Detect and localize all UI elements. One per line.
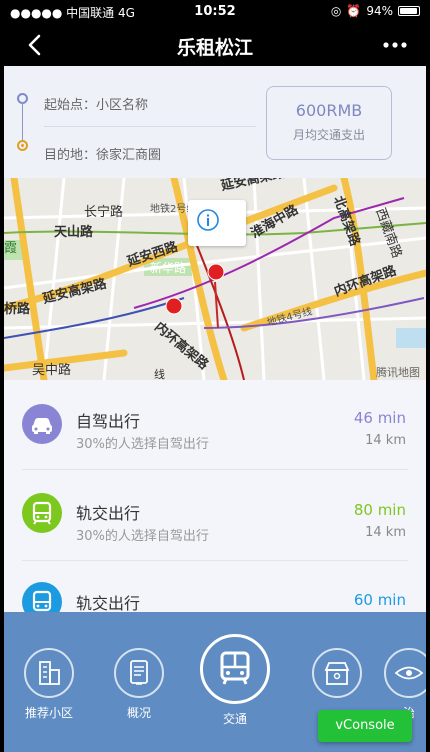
list-divider xyxy=(22,469,408,470)
transport-option-list: 自驾出行 30%的人选择自驾出行 46 min 14 km 轨交出行 30%的人… xyxy=(4,380,426,612)
transport-option-driving[interactable]: 自驾出行 30%的人选择自驾出行 46 min 14 km xyxy=(4,380,426,470)
tab-label: 概况 xyxy=(126,706,151,720)
tab-label: 交通 xyxy=(222,712,247,726)
monthly-cost-amount: 600RMB xyxy=(295,101,363,120)
map-label: 线 xyxy=(154,367,165,380)
route-divider xyxy=(44,126,256,127)
eye-icon xyxy=(384,648,426,698)
list-divider xyxy=(22,560,408,561)
map-label: 长宁路 xyxy=(84,204,123,220)
shop-icon xyxy=(312,648,362,698)
navigation-bar: 乐租松江 xyxy=(4,24,426,66)
info-icon[interactable] xyxy=(196,208,220,232)
option-duration: 46 min xyxy=(353,409,406,427)
start-point-text[interactable]: 起始点：小区名称 xyxy=(44,94,148,113)
map-watermark: 腾讯地图 xyxy=(376,365,420,379)
map-label: 天山路 xyxy=(54,224,94,240)
tab-shopping[interactable] xyxy=(302,648,372,704)
option-name: 自驾出行 xyxy=(76,412,141,431)
option-name: 轨交出行 xyxy=(76,594,141,612)
status-right: ◎ ⏰ 94% xyxy=(331,4,420,18)
building-icon xyxy=(24,648,74,698)
bus-icon xyxy=(22,582,62,612)
document-icon xyxy=(114,648,164,698)
destination-text[interactable]: 目的地：徐家汇商圈 xyxy=(44,144,161,163)
vconsole-button[interactable]: vConsole xyxy=(318,710,412,742)
map-label: 吴中路 xyxy=(32,362,71,378)
map-label: 霞 xyxy=(4,241,17,256)
option-name: 轨交出行 xyxy=(76,504,141,523)
monthly-cost-label: 月均交通支出 xyxy=(292,128,365,142)
tab-recommended[interactable]: 推荐小区 xyxy=(14,648,84,721)
alarm-icon: ⏰ xyxy=(346,4,362,18)
status-bar: ●●●●● 中国联通 4G 10:52 ◎ ⏰ 94% xyxy=(4,0,426,24)
option-duration: 80 min xyxy=(353,501,406,519)
lock-rotation-icon: ◎ xyxy=(330,4,342,18)
transport-option-metro-2[interactable]: 轨交出行 60 min xyxy=(4,562,426,612)
map-view[interactable]: 延安高架路 长宁路 天山路 延安西路 新华路 内环高架路 淮海中路 北高架路 西… xyxy=(4,178,426,380)
map-label: 新华路 xyxy=(150,260,186,275)
destination-point-icon xyxy=(17,140,28,151)
tab-overview[interactable]: 概况 xyxy=(104,648,174,721)
bottom-tab-bar: 推荐小区 概况 交通 vConsole xyxy=(4,612,426,752)
battery-icon xyxy=(398,6,420,16)
route-line xyxy=(22,102,23,142)
tab-label: 推荐小区 xyxy=(24,706,73,720)
transport-option-metro[interactable]: 轨交出行 30%的人选择自驾出行 80 min 14 km xyxy=(4,471,426,561)
more-options-icon[interactable] xyxy=(382,36,408,54)
phone-screen: ●●●●● 中国联通 4G 10:52 ◎ ⏰ 94% 乐租松江 起始点：小区名… xyxy=(4,0,426,752)
route-card: 起始点：小区名称 目的地：徐家汇商圈 600RMB 月均交通支出 xyxy=(4,66,426,178)
map-label: 桥路 xyxy=(4,301,31,317)
option-distance: 14 km xyxy=(365,525,406,540)
option-description: 30%的人选择自驾出行 xyxy=(76,529,209,544)
tab-transport[interactable]: 交通 xyxy=(200,634,270,727)
option-distance: 14 km xyxy=(365,433,406,448)
battery-fill xyxy=(400,8,417,14)
map-info-popup[interactable] xyxy=(188,200,246,246)
option-description: 30%的人选择自驾出行 xyxy=(76,437,209,452)
bus-icon xyxy=(22,493,62,533)
bus-icon xyxy=(200,634,270,704)
battery-percent: 94% xyxy=(366,4,393,18)
monthly-cost-box: 600RMB 月均交通支出 xyxy=(266,86,392,160)
option-duration: 60 min xyxy=(353,591,406,609)
car-icon xyxy=(22,404,62,444)
page-title: 乐租松江 xyxy=(176,37,253,59)
